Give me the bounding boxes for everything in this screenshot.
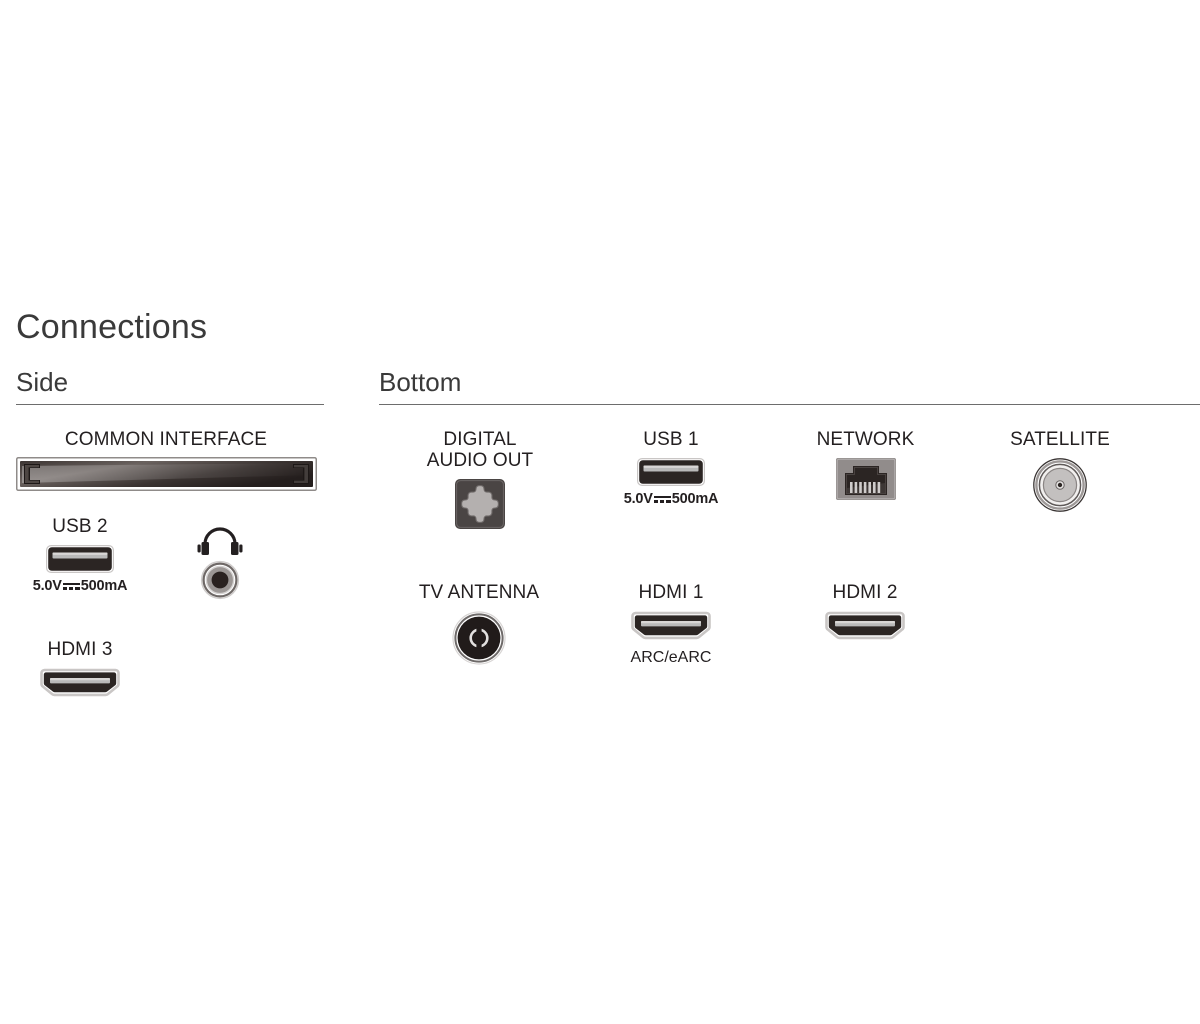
ethernet-rj45-port-icon <box>835 457 897 501</box>
port-label-tv-antenna: TV ANTENNA <box>418 582 540 603</box>
usb-port-icon <box>636 457 706 487</box>
usb-2-voltage: 5.0V <box>32 577 62 594</box>
section-divider-bottom <box>379 404 1200 405</box>
port-headphone[interactable] <box>182 512 258 600</box>
port-common-interface[interactable]: COMMON INTERFACE <box>15 429 317 491</box>
port-hdmi-2[interactable]: HDMI 2 <box>800 582 930 644</box>
port-satellite[interactable]: SATELLITE <box>995 429 1125 513</box>
section-heading-side: Side <box>16 367 69 397</box>
port-usb-1[interactable]: USB 1 5.0V 500mA <box>606 429 736 507</box>
usb-1-current: 500mA <box>671 490 719 507</box>
port-digital-audio-out[interactable]: DIGITAL AUDIO OUT <box>400 429 560 530</box>
port-power-rating-usb-1: 5.0V 500mA <box>624 491 719 507</box>
port-label-common-interface: COMMON INTERFACE <box>64 429 268 450</box>
hdmi-port-icon <box>631 610 711 644</box>
satellite-f-connector-icon <box>1032 457 1088 513</box>
usb-2-current: 500mA <box>80 577 128 594</box>
optical-audio-port-icon <box>454 478 506 530</box>
port-hdmi-3[interactable]: HDMI 3 <box>26 639 134 701</box>
port-tv-antenna[interactable]: TV ANTENNA <box>398 582 560 666</box>
dc-power-icon <box>653 494 671 505</box>
hdmi-port-icon <box>40 667 120 701</box>
port-label-satellite: SATELLITE <box>1010 429 1110 450</box>
port-usb-2[interactable]: USB 2 5.0V 500mA <box>16 516 144 594</box>
section-heading-bottom: Bottom <box>379 367 462 397</box>
port-label-hdmi-2: HDMI 2 <box>832 582 898 603</box>
port-hdmi-1[interactable]: HDMI 1 ARC/eARC <box>606 582 736 667</box>
section-divider-side <box>16 404 324 405</box>
usb-port-icon <box>45 544 115 574</box>
port-label-usb-2: USB 2 <box>52 516 108 537</box>
port-label-network: NETWORK <box>816 429 915 450</box>
port-label-digital-audio-out: DIGITAL AUDIO OUT <box>426 429 534 471</box>
headphone-jack-icon <box>182 518 258 600</box>
port-label-hdmi-3: HDMI 3 <box>47 639 113 660</box>
hdmi-port-icon <box>825 610 905 644</box>
common-interface-slot-icon <box>15 456 317 491</box>
page-title: Connections <box>16 308 208 346</box>
port-label-usb-1: USB 1 <box>643 429 699 450</box>
usb-1-voltage: 5.0V <box>623 490 653 507</box>
coax-antenna-connector-icon <box>451 610 507 666</box>
port-power-rating-usb-2: 5.0V 500mA <box>33 578 128 594</box>
port-label-hdmi-1: HDMI 1 <box>638 582 704 603</box>
dc-power-icon <box>62 581 80 592</box>
port-sublabel-hdmi-1: ARC/eARC <box>630 648 712 666</box>
port-network[interactable]: NETWORK <box>800 429 931 501</box>
